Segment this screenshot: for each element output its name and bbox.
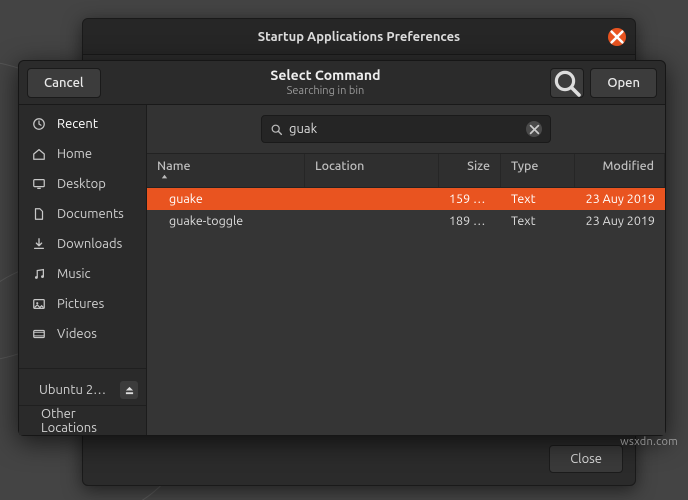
column-modified[interactable]: Modified: [575, 154, 665, 187]
sort-asc-icon: [160, 173, 169, 182]
cell-size: 159 bytes: [439, 192, 501, 206]
sidebar-item-documents[interactable]: Documents: [19, 199, 146, 229]
titlebar: Startup Applications Preferences: [83, 19, 635, 55]
sidebar-item-label: Desktop: [57, 177, 106, 191]
close-icon: [528, 123, 541, 136]
desktop-icon: [31, 177, 47, 191]
home-icon: [31, 147, 47, 161]
search-bar: [147, 105, 665, 154]
sidebar-item-videos[interactable]: Videos: [19, 319, 146, 349]
sidebar-item-label: Other Locations: [41, 407, 134, 435]
file-list-panel: Name Location Size Type Modified guake 15…: [147, 105, 665, 435]
search-button[interactable]: [550, 68, 584, 98]
sidebar-item-label: Ubuntu 2…: [39, 383, 106, 397]
sidebar-item-home[interactable]: Home: [19, 139, 146, 169]
cell-modified: 23 Auу 2019: [575, 214, 665, 228]
sidebar-item-label: Videos: [57, 327, 97, 341]
watermark: wsxdn.com: [620, 436, 678, 448]
column-name[interactable]: Name: [147, 154, 305, 187]
sidebar-item-label: Downloads: [57, 237, 122, 251]
cell-type: Text: [501, 192, 575, 206]
sidebar-volume-ubuntu[interactable]: Ubuntu 2…: [19, 375, 146, 405]
sidebar-other-locations[interactable]: Other Locations: [19, 405, 146, 435]
downloads-icon: [31, 237, 47, 251]
file-table: Name Location Size Type Modified guake 15…: [147, 154, 665, 435]
table-row[interactable]: guake-toggle 189 bytesText23 Auу 2019: [147, 210, 665, 232]
cell-name: guake: [147, 192, 305, 206]
sidebar-item-desktop[interactable]: Desktop: [19, 169, 146, 199]
cell-type: Text: [501, 214, 575, 228]
videos-icon: [31, 327, 47, 341]
sidebar-item-label: Music: [57, 267, 91, 281]
table-header: Name Location Size Type Modified: [147, 154, 665, 188]
column-size[interactable]: Size: [439, 154, 501, 187]
column-type[interactable]: Type: [501, 154, 575, 187]
sidebar-item-label: Home: [57, 147, 92, 161]
sidebar-item-label: Recent: [57, 117, 98, 131]
cell-size: 189 bytes: [439, 214, 501, 228]
clock-icon: [31, 117, 47, 131]
sidebar-item-music[interactable]: Music: [19, 259, 146, 289]
sidebar-item-label: Documents: [57, 207, 124, 221]
close-button[interactable]: Close: [549, 445, 623, 473]
open-button[interactable]: Open: [590, 68, 657, 98]
dialog-title: Select Command: [101, 68, 551, 83]
documents-icon: [31, 207, 47, 221]
cell-name: guake-toggle: [147, 214, 305, 228]
dialog-subtitle: Searching in bin: [101, 85, 551, 97]
places-sidebar: Recent Home Desktop Documents Downloads …: [19, 105, 147, 435]
sidebar-item-downloads[interactable]: Downloads: [19, 229, 146, 259]
dialog-title-group: Select Command Searching in bin: [101, 68, 551, 96]
column-location[interactable]: Location: [305, 154, 439, 187]
music-icon: [31, 267, 47, 281]
select-command-dialog: Cancel Select Command Searching in bin O…: [18, 60, 666, 436]
sidebar-item-pictures[interactable]: Pictures: [19, 289, 146, 319]
table-row[interactable]: guake 159 bytesText23 Auу 2019: [147, 188, 665, 210]
dialog-header: Cancel Select Command Searching in bin O…: [19, 61, 665, 105]
sidebar-item-label: Pictures: [57, 297, 104, 311]
search-input[interactable]: [289, 122, 520, 136]
window-title: Startup Applications Preferences: [258, 30, 460, 44]
eject-button[interactable]: [120, 381, 138, 399]
parent-footer: Close: [549, 445, 623, 473]
close-icon[interactable]: [608, 28, 626, 46]
eject-icon: [125, 386, 134, 395]
cancel-button[interactable]: Cancel: [27, 68, 101, 98]
search-icon: [551, 67, 583, 99]
sidebar-item-recent[interactable]: Recent: [19, 109, 146, 139]
clear-search-button[interactable]: [526, 121, 542, 137]
pictures-icon: [31, 297, 47, 311]
cell-modified: 23 Auу 2019: [575, 192, 665, 206]
search-icon: [270, 123, 283, 136]
search-field[interactable]: [261, 115, 551, 143]
